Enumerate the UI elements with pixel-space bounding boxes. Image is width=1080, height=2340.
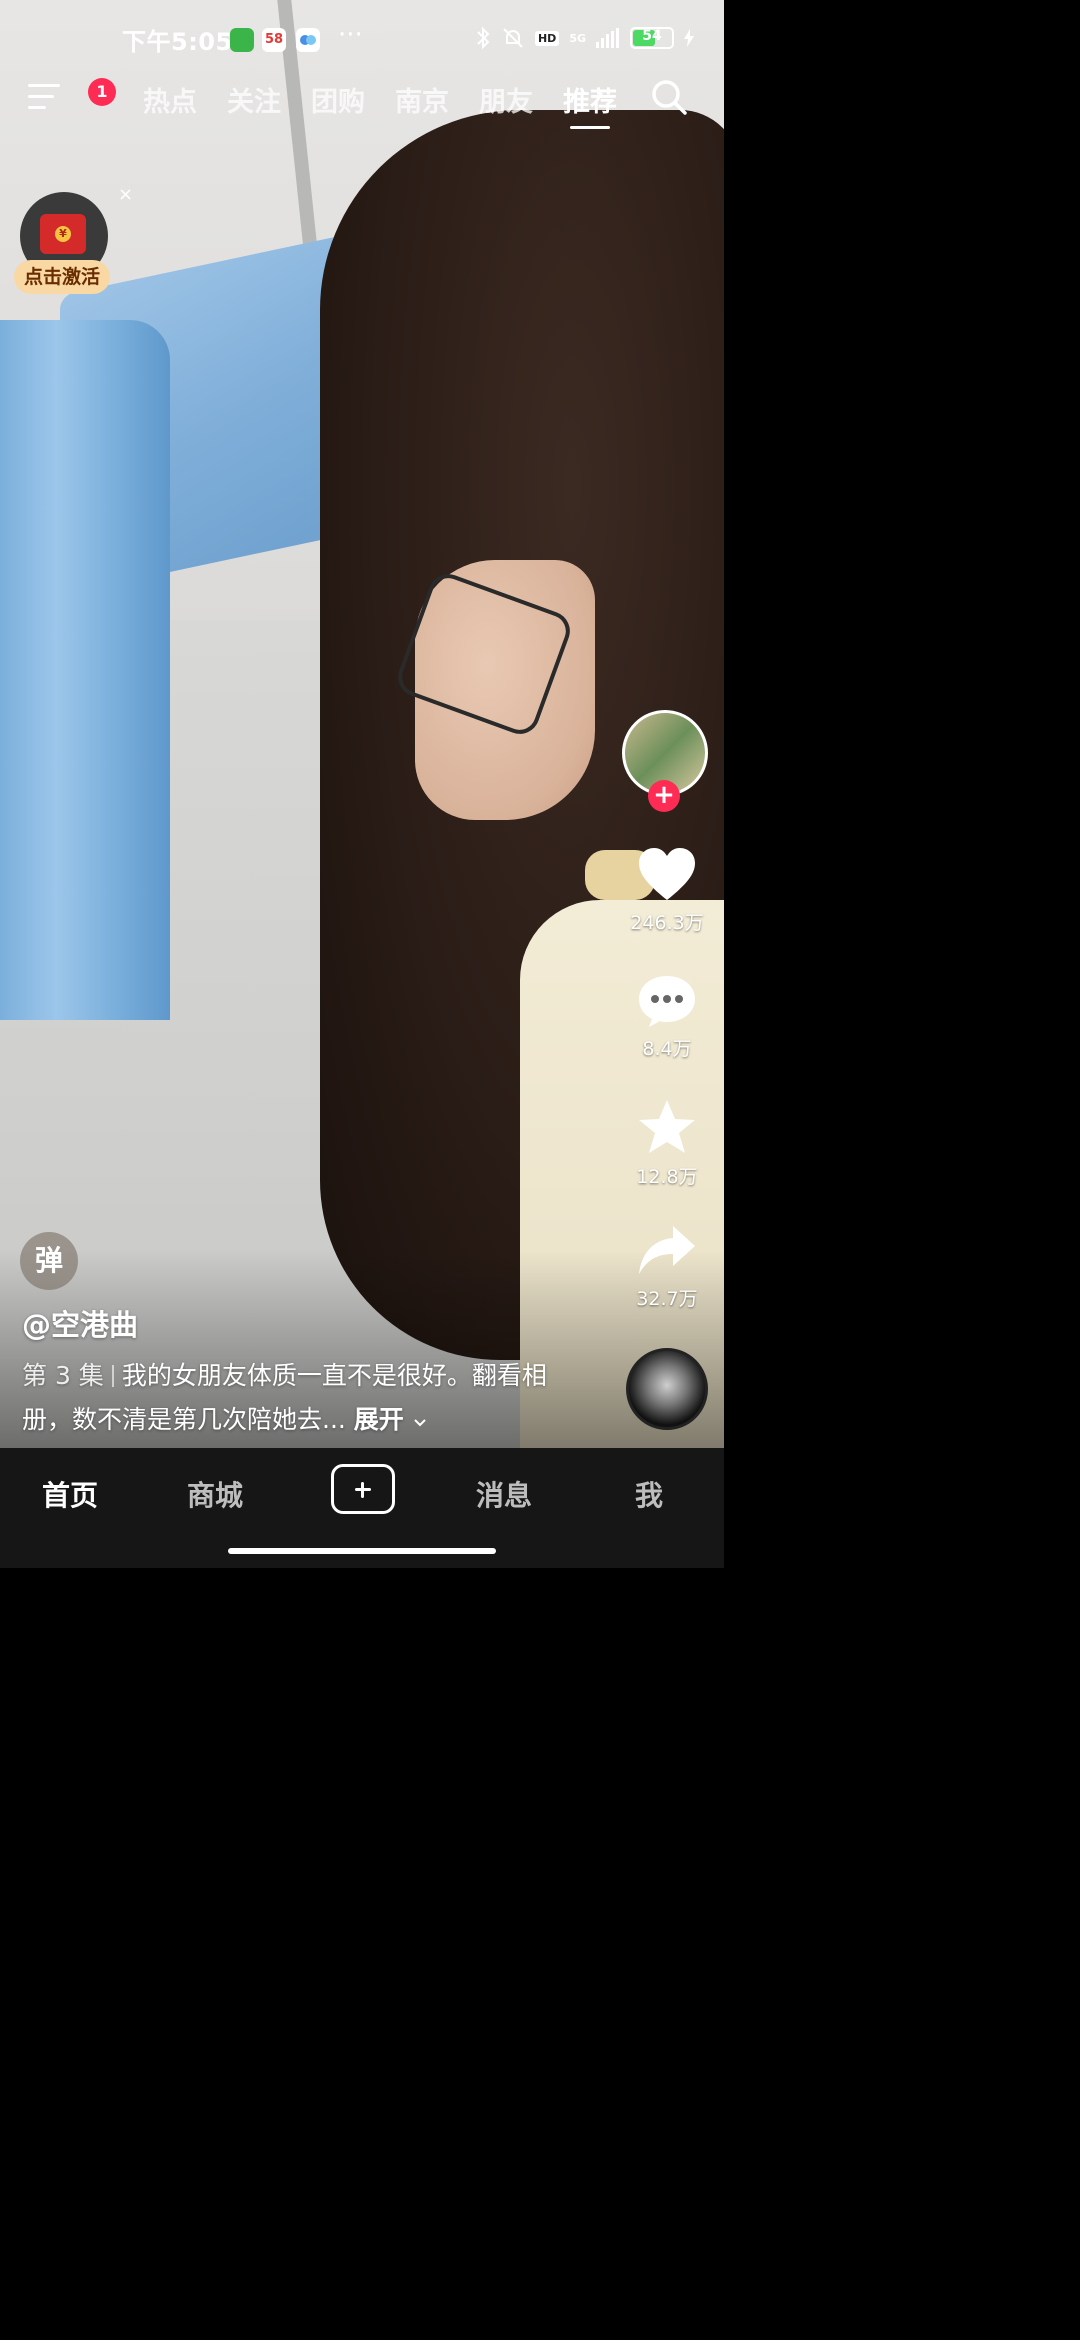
author-name[interactable]: @空港曲 — [22, 1302, 138, 1344]
video-background-curtain — [0, 320, 170, 1020]
status-right: HD 5G 54 — [475, 26, 694, 50]
share-arrow-icon — [639, 1226, 695, 1274]
status-time: 下午5:05 — [122, 28, 233, 56]
status-bar: 下午5:05 58 ··· HD 5G 54 — [0, 18, 724, 62]
episode-divider — [111, 1365, 114, 1387]
tab-me[interactable]: 我 — [599, 1474, 699, 1514]
expand-button[interactable]: 展开 — [354, 1405, 427, 1434]
signal-icon — [596, 28, 619, 48]
menu-button[interactable]: 1 — [28, 78, 116, 112]
app-notification-icon — [230, 28, 254, 52]
app-58-icon: 58 — [262, 28, 286, 52]
tab-nanjing[interactable]: 南京 — [380, 80, 464, 119]
home-indicator[interactable] — [228, 1548, 496, 1554]
tab-mall[interactable]: 商城 — [165, 1474, 265, 1514]
star-icon — [639, 1100, 695, 1153]
close-icon[interactable]: × — [118, 184, 133, 205]
chevron-down-icon — [413, 1419, 426, 1427]
like-button[interactable]: 246.3万 — [622, 846, 712, 935]
favorite-count: 12.8万 — [636, 1166, 698, 1188]
favorite-button[interactable]: 12.8万 — [622, 1098, 712, 1189]
create-plus-button[interactable] — [331, 1464, 395, 1514]
search-icon[interactable] — [650, 78, 688, 116]
tab-messages[interactable]: 消息 — [454, 1474, 554, 1514]
hd-icon: HD — [534, 30, 560, 46]
follow-button[interactable]: + — [648, 780, 680, 812]
feed-tabs: 热点 关注 团购 南京 朋友 推荐 — [88, 80, 632, 129]
expand-label: 展开 — [353, 1405, 404, 1434]
tab-home[interactable]: 首页 — [20, 1474, 120, 1514]
heart-icon — [639, 848, 695, 900]
comment-icon — [639, 976, 695, 1027]
like-count: 246.3万 — [630, 912, 704, 934]
video-description[interactable]: 第 3 集我的女朋友体质一直不是很好。翻看相册，数不清是第几次陪她去... 展开 — [22, 1354, 552, 1442]
network-type: 5G — [569, 31, 586, 45]
comment-button[interactable]: 8.4万 — [622, 972, 712, 1061]
share-button[interactable]: 32.7万 — [622, 1224, 712, 1311]
tab-group-buy[interactable]: 团购 — [296, 80, 380, 119]
share-count: 32.7万 — [636, 1288, 698, 1310]
charging-icon — [684, 29, 694, 47]
mute-bell-icon — [503, 28, 523, 48]
menu-line-icon — [28, 95, 54, 98]
tab-friends[interactable]: 朋友 — [464, 80, 548, 119]
status-more-icon: ··· — [338, 20, 363, 50]
red-envelope-icon: ¥ — [40, 214, 86, 254]
tab-hot[interactable]: 热点 — [128, 80, 212, 119]
music-disc[interactable] — [626, 1348, 708, 1430]
battery-text: 54 — [642, 28, 662, 44]
menu-line-icon — [28, 84, 60, 87]
episode-label[interactable]: 第 3 集 — [22, 1361, 104, 1390]
tab-partial[interactable] — [88, 80, 128, 119]
danmaku-button[interactable]: 弹 — [20, 1232, 78, 1290]
red-packet-label[interactable]: 点击激活 — [14, 260, 110, 294]
menu-line-icon — [28, 106, 46, 109]
tab-following[interactable]: 关注 — [212, 80, 296, 119]
bluetooth-icon — [477, 26, 490, 50]
app-cloud-icon — [296, 28, 320, 52]
top-nav: 1 热点 关注 团购 南京 朋友 推荐 — [0, 72, 724, 132]
yuan-coin-icon: ¥ — [55, 226, 71, 242]
comment-count: 8.4万 — [642, 1038, 692, 1060]
tab-recommend[interactable]: 推荐 — [548, 80, 632, 129]
battery-icon: 54 — [630, 27, 674, 49]
red-packet-widget[interactable]: ¥ 点击激活 × — [14, 184, 133, 302]
